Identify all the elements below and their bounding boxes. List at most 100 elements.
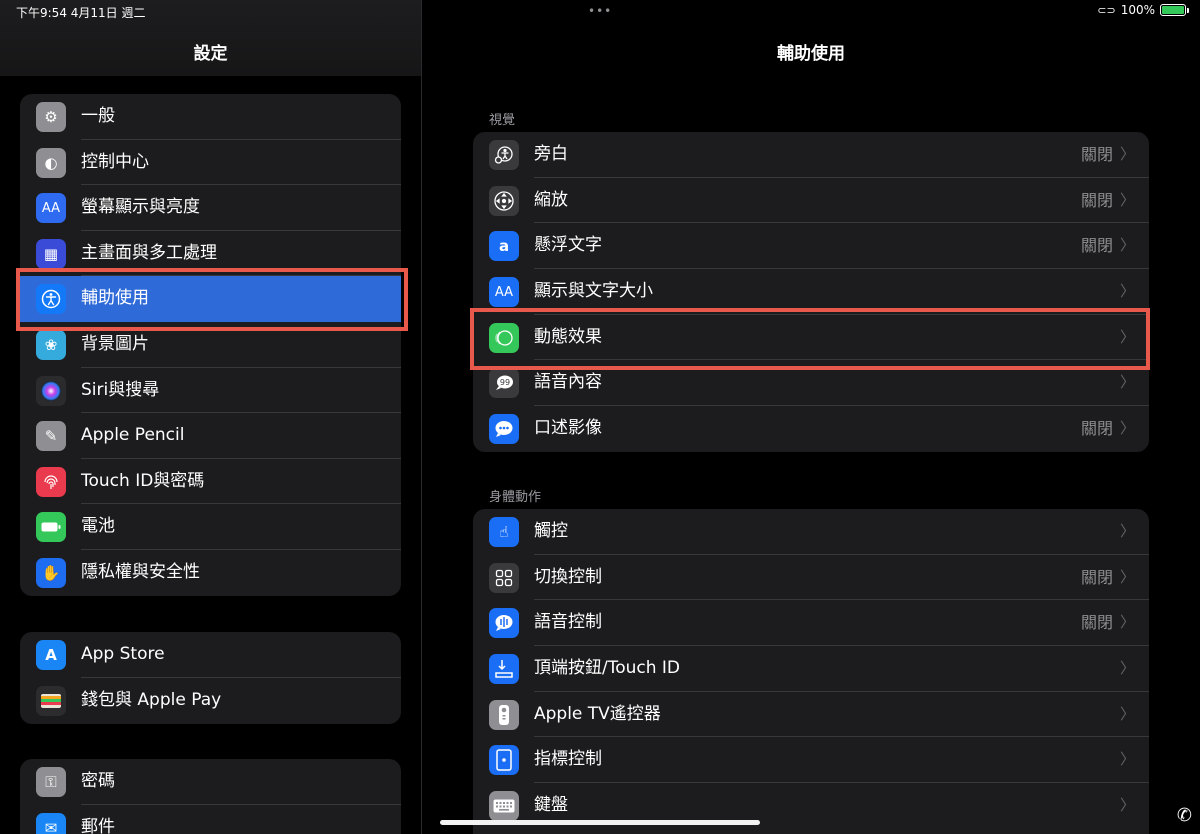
row-display-text-size[interactable]: AA 顯示與文字大小 〉 — [473, 269, 1149, 315]
chevron-right-icon: 〉 — [1119, 282, 1135, 301]
hand-icon: ✋ — [36, 557, 66, 588]
multitasking-dots-icon[interactable]: ••• — [588, 4, 612, 18]
settings-group-2: A App Store 錢包與 Apple Pay — [20, 632, 401, 724]
row-label: 動態效果 — [534, 326, 602, 347]
switch-control-icon — [489, 562, 519, 593]
sidebar-item-label: Apple Pencil — [81, 425, 185, 446]
sidebar-item-touch-id-passcode[interactable]: Touch ID與密碼 — [20, 459, 401, 505]
chevron-right-icon: 〉 — [1119, 659, 1135, 678]
mail-icon: ✉ — [36, 812, 66, 834]
sidebar-item-label: 錢包與 Apple Pay — [81, 689, 222, 710]
row-voice-control[interactable]: 語音控制 關閉 〉 — [473, 600, 1149, 646]
wallet-icon — [36, 685, 66, 716]
row-label: 懸浮文字 — [534, 235, 602, 256]
chevron-right-icon: 〉 — [1119, 750, 1135, 769]
row-label: 指標控制 — [534, 749, 602, 770]
chevron-right-icon: 〉 — [1119, 567, 1135, 586]
svg-text:99: 99 — [500, 378, 510, 387]
home-indicator[interactable] — [440, 820, 760, 825]
row-pointer-control[interactable]: 指標控制 〉 — [473, 737, 1149, 783]
vision-group: 旁白 關閉 〉 縮放 關閉 〉 a 懸浮文字 關閉 〉 AA 顯示與文字大小 〉 — [473, 132, 1149, 452]
home-grid-icon: ▦ — [36, 238, 66, 269]
phone-icon: ✆ — [1176, 805, 1192, 826]
status-time-date: 下午9:54 4月11日 週二 — [16, 6, 146, 20]
row-audio-description[interactable]: 口述影像 關閉 〉 — [473, 406, 1149, 452]
sidebar-item-mail[interactable]: ✉ 郵件 — [20, 805, 401, 834]
chevron-right-icon: 〉 — [1119, 522, 1135, 540]
row-label: 觸控 — [534, 521, 568, 541]
chevron-right-icon: 〉 — [1119, 613, 1135, 632]
row-value: 關閉 — [1080, 613, 1113, 633]
chevron-right-icon: 〉 — [1119, 373, 1135, 392]
pencil-icon: ✎ — [36, 421, 66, 452]
sidebar-item-control-center[interactable]: ◐ 控制中心 — [20, 140, 401, 186]
chevron-right-icon: 〉 — [1119, 236, 1135, 255]
row-voiceover[interactable]: 旁白 關閉 〉 — [473, 132, 1149, 178]
sidebar-item-label: 背景圖片 — [81, 333, 149, 354]
row-value: 關閉 — [1080, 419, 1113, 439]
sidebar-item-display-brightness[interactable]: AA 螢幕顯示與亮度 — [20, 185, 401, 231]
chevron-right-icon: 〉 — [1119, 190, 1135, 209]
key-icon: ⚿ — [36, 767, 66, 797]
fingerprint-icon — [36, 466, 66, 497]
sidebar-item-home-multitasking[interactable]: ▦ 主畫面與多工處理 — [20, 231, 401, 277]
sidebar-item-passwords[interactable]: ⚿ 密碼 — [20, 759, 401, 805]
row-label: 顯示與文字大小 — [534, 281, 653, 302]
row-zoom[interactable]: 縮放 關閉 〉 — [473, 178, 1149, 224]
row-top-button-touch-id[interactable]: 頂端按鈕/Touch ID 〉 — [473, 646, 1149, 692]
chevron-right-icon: 〉 — [1119, 145, 1135, 163]
voiceover-icon — [489, 140, 519, 170]
spoken-content-icon: 99 — [489, 368, 519, 399]
row-motion[interactable]: 動態效果 〉 — [473, 315, 1149, 361]
keyboard-icon — [489, 791, 519, 822]
top-button-icon — [489, 654, 519, 685]
row-value: 關閉 — [1080, 567, 1113, 587]
main-panel: ••• ⊂⊃ 100% 輔助使用 視覺 旁白 關閉 〉 縮放 關閉 〉 a 懸浮… — [422, 0, 1200, 834]
row-value: 關閉 — [1080, 145, 1113, 164]
sidebar-item-siri-search[interactable]: Siri與搜尋 — [20, 368, 401, 414]
sidebar-item-label: 電池 — [81, 516, 115, 537]
sidebar-item-app-store[interactable]: A App Store — [20, 632, 401, 678]
battery-level-fill — [1162, 6, 1184, 14]
chevron-right-icon: 〉 — [1119, 704, 1135, 723]
remote-icon — [489, 699, 519, 730]
row-label: 口述影像 — [534, 418, 602, 439]
siri-icon — [36, 375, 66, 406]
sidebar-item-label: Siri與搜尋 — [81, 379, 160, 400]
text-size-icon: AA — [36, 193, 66, 224]
voice-control-icon — [489, 608, 519, 639]
sidebar-item-label: Touch ID與密碼 — [81, 470, 205, 491]
settings-group-3: ⚿ 密碼 ✉ 郵件 — [20, 759, 401, 834]
physical-motor-group: ☝ 觸控 〉 切換控制 關閉 〉 語音控制 關閉 〉 頂端按鈕/Touch ID — [473, 509, 1149, 834]
sidebar-item-wallpaper[interactable]: ❀ 背景圖片 — [20, 322, 401, 368]
settings-group-1: ⚙ 一般 ◐ 控制中心 AA 螢幕顯示與亮度 ▦ 主畫面與多工處理 輔助使用 ❀… — [20, 94, 401, 596]
row-spoken-content[interactable]: 99 語音內容 〉 — [473, 360, 1149, 406]
sidebar-item-privacy-security[interactable]: ✋ 隱私權與安全性 — [20, 550, 401, 596]
toggles-icon: ◐ — [36, 147, 66, 178]
row-apple-tv-remote[interactable]: Apple TV遙控器 〉 — [473, 692, 1149, 738]
sidebar-item-label: 隱私權與安全性 — [81, 561, 200, 582]
sidebar-item-battery[interactable]: 電池 — [20, 504, 401, 550]
battery-status-icon — [1160, 4, 1189, 16]
row-touch[interactable]: ☝ 觸控 〉 — [473, 509, 1149, 555]
status-bar-right: ⊂⊃ 100% — [1097, 3, 1189, 17]
page-title: 輔助使用 — [777, 44, 845, 64]
sidebar-item-general[interactable]: ⚙ 一般 — [20, 94, 401, 140]
sidebar-item-accessibility[interactable]: 輔助使用 — [20, 276, 401, 322]
row-label: 切換控制 — [534, 566, 602, 587]
chevron-right-icon: 〉 — [1119, 327, 1135, 346]
row-hover-text[interactable]: a 懸浮文字 關閉 〉 — [473, 223, 1149, 269]
text-size-icon: AA — [489, 277, 519, 308]
zoom-icon — [489, 185, 519, 216]
sidebar-item-label: 密碼 — [81, 771, 115, 791]
sidebar-item-label: 螢幕顯示與亮度 — [81, 197, 200, 218]
pointer-icon — [489, 745, 519, 776]
row-label: Apple TV遙控器 — [534, 703, 661, 724]
row-label: 語音內容 — [534, 372, 602, 393]
row-label: 旁白 — [534, 144, 568, 164]
sidebar-item-apple-pencil[interactable]: ✎ Apple Pencil — [20, 413, 401, 459]
row-switch-control[interactable]: 切換控制 關閉 〉 — [473, 555, 1149, 601]
battery-icon — [36, 512, 66, 543]
audio-description-icon — [489, 414, 519, 445]
sidebar-item-wallet[interactable]: 錢包與 Apple Pay — [20, 678, 401, 724]
